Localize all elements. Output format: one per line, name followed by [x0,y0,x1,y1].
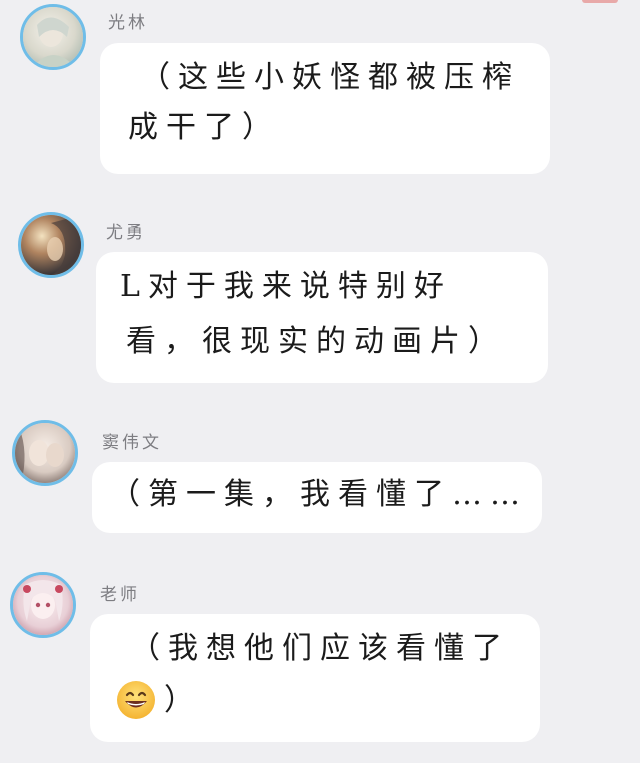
chat-screen: { "messages": [ { "sender": "光林", "lines… [0,0,640,763]
avatar[interactable] [18,212,84,278]
avatar-image [21,215,81,275]
sender-name: 光林 [108,13,148,33]
sender-name: 窦伟文 [102,433,162,453]
avatar-image [23,7,83,67]
avatar-image [15,423,75,483]
sender-name: 老师 [100,585,140,605]
message-line: 看，很现实的动画片） [126,324,506,359]
avatar[interactable] [20,4,86,70]
avatar[interactable] [10,572,76,638]
message-bubble[interactable]: （第一集，我看懂了…… [92,462,542,533]
message-line: （这些小妖怪都被压榨 [140,60,520,95]
message-line: L对于我来说特别好 [120,269,452,304]
sender-name: 尤勇 [106,223,146,243]
message-line: 成干了） [128,110,280,145]
grinning-face-icon [117,681,155,719]
message-bubble[interactable]: （我想他们应该看懂了 ） [90,614,540,742]
avatar[interactable] [12,420,78,486]
message-bubble[interactable]: （这些小妖怪都被压榨 成干了） [100,43,550,174]
message-line: （我想他们应该看懂了 [130,631,510,666]
message-line: ） [164,683,202,718]
message-line: （第一集，我看懂了…… [110,477,528,512]
status-accent-mark [582,0,618,3]
avatar-image [13,575,73,635]
message-bubble[interactable]: L对于我来说特别好 看，很现实的动画片） [96,252,548,383]
